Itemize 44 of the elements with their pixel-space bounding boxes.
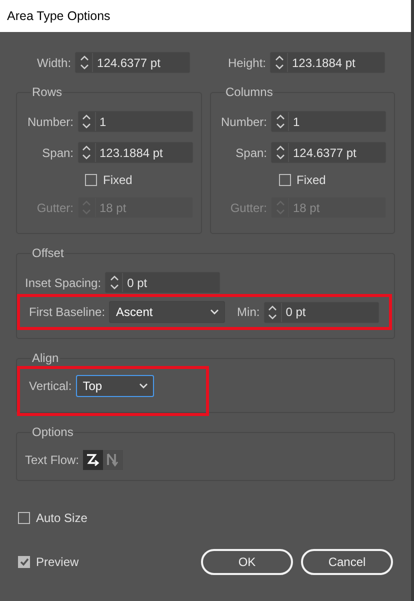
group-title: Columns — [224, 86, 274, 98]
group-title: Offset — [31, 247, 65, 259]
dialog-button[interactable]: OK — [201, 549, 293, 575]
field-label: Inset Spacing: — [25, 274, 102, 292]
number-field[interactable]: 0 pt — [264, 302, 379, 322]
field-label: Span: — [42, 144, 74, 162]
checkbox-label: Preview — [36, 554, 79, 571]
field-label: Gutter: — [36, 200, 74, 216]
field-label: Min: — [237, 304, 260, 321]
field-label: Text Flow: — [25, 452, 80, 469]
field-label: Width: — [37, 54, 72, 72]
number-field[interactable]: 1 — [271, 111, 386, 132]
field-label: Vertical: — [29, 378, 72, 395]
checkbox[interactable] — [278, 174, 290, 186]
number-field[interactable]: 0 pt — [105, 272, 220, 293]
number-field[interactable]: 123.1884 pt — [270, 52, 385, 73]
field-label: First Baseline: — [29, 304, 106, 321]
window-title: Area Type Options — [7, 8, 110, 25]
number-field[interactable]: 123.1884 pt — [78, 142, 192, 163]
checkbox[interactable] — [85, 174, 97, 186]
chevron-icon — [210, 309, 220, 315]
dialog-button[interactable]: Cancel — [301, 549, 393, 575]
group-title: Align — [31, 352, 60, 364]
checkbox[interactable] — [18, 556, 30, 568]
dropdown[interactable]: Ascent — [109, 301, 226, 323]
zigzag-arrow-icon — [86, 453, 101, 467]
number-field[interactable]: 124.6377 pt — [271, 142, 386, 163]
field-label: Span: — [236, 144, 267, 162]
dropdown[interactable]: Top — [76, 375, 154, 397]
chevron-icon — [138, 383, 148, 389]
group-title: Options — [31, 426, 74, 438]
field-label: Number: — [27, 114, 74, 130]
number-field[interactable]: 1 — [78, 111, 192, 132]
text-flow-button[interactable] — [83, 450, 104, 470]
checkbox-label: Auto Size — [36, 510, 88, 527]
field-label: Number: — [220, 114, 267, 130]
checkbox-label: Fixed — [296, 172, 326, 189]
group-title: Rows — [31, 86, 64, 98]
number-field[interactable]: 124.6377 pt — [75, 52, 190, 73]
down-arrow-icon — [106, 453, 121, 467]
field-label: Height: — [228, 54, 266, 72]
field-label: Gutter: — [230, 200, 267, 216]
checkbox[interactable] — [18, 512, 30, 524]
checkbox-label: Fixed — [103, 172, 132, 189]
